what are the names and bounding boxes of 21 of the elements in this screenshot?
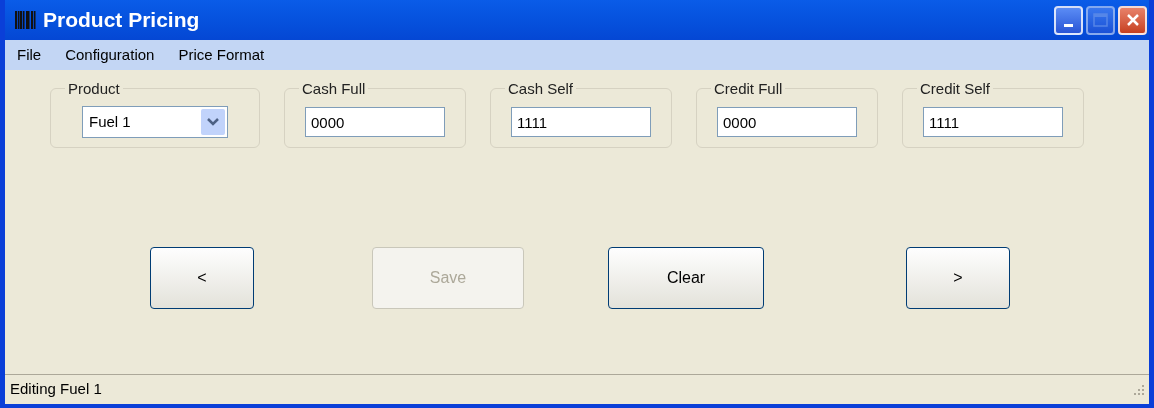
price-field[interactable]: 1111 [511,107,651,137]
menu-item[interactable]: Price Format [170,43,273,67]
price-field[interactable]: 0000 [717,107,857,137]
chevron-down-icon [201,109,225,135]
status-text: Editing Fuel 1 [10,379,102,400]
action-button[interactable]: Clear [608,247,764,309]
minimize-icon [1064,23,1073,27]
menu-item[interactable]: File [9,43,50,67]
action-button[interactable]: > [906,247,1010,309]
price-field[interactable]: 1111 [923,107,1063,137]
close-button[interactable] [1118,5,1147,35]
close-icon [1126,14,1139,26]
barcode-icon [15,11,37,29]
minimize-button[interactable] [1054,5,1083,35]
product-dropdown[interactable]: Fuel 1 [82,106,228,138]
price-field[interactable]: 0000 [305,107,445,137]
maximize-icon [1093,13,1108,27]
menu-item[interactable]: Configuration [57,43,163,67]
window-title: Product Pricing [43,7,200,34]
resize-grip-icon [1133,383,1145,396]
action-button[interactable]: < [150,247,254,309]
